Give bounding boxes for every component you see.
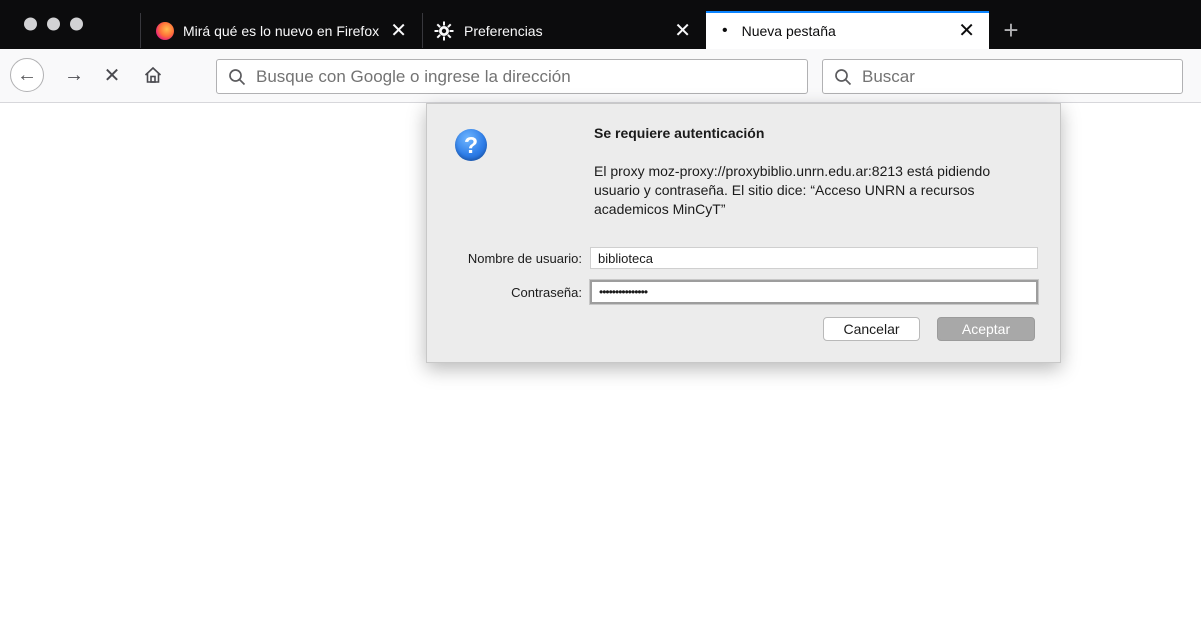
new-tab-button[interactable]: + — [997, 16, 1025, 44]
close-icon[interactable]: ✕ — [958, 21, 975, 41]
tab-label: Mirá qué es lo nuevo en Firefox — [183, 22, 380, 39]
window-zoom-dot[interactable] — [70, 17, 83, 31]
gear-icon — [434, 21, 454, 41]
question-icon: ? — [455, 129, 487, 161]
password-field[interactable]: ••••••••••••••• — [590, 280, 1038, 304]
forward-button[interactable]: → — [60, 61, 88, 89]
window-minimize-dot[interactable] — [47, 17, 60, 31]
tab-label: Preferencias — [464, 22, 543, 39]
window-close-dot[interactable] — [24, 17, 37, 31]
url-placeholder: Busque con Google o ingrese la dirección — [256, 66, 571, 86]
stop-button[interactable]: ✕ — [98, 61, 126, 89]
url-bar[interactable]: Busque con Google o ingrese la dirección — [216, 59, 808, 94]
dot-icon: • — [722, 22, 728, 39]
close-icon: ✕ — [103, 64, 121, 87]
home-button[interactable] — [139, 61, 167, 89]
search-icon — [834, 68, 852, 86]
back-button[interactable]: ← — [10, 58, 44, 92]
tab-strip: Mirá qué es lo nuevo en Firefox ✕ Prefer… — [0, 0, 1201, 49]
close-icon[interactable]: ✕ — [390, 21, 407, 41]
username-value: biblioteca — [598, 250, 653, 266]
tab-label: Nueva pestaña — [741, 23, 836, 39]
plus-icon: + — [1003, 15, 1019, 45]
ok-button[interactable]: Aceptar — [937, 317, 1035, 341]
forward-arrow-icon: → — [64, 63, 84, 86]
search-bar[interactable]: Buscar — [822, 59, 1183, 94]
search-placeholder: Buscar — [862, 66, 915, 86]
username-label: Nombre de usuario: — [467, 251, 582, 266]
password-label: Contraseña: — [511, 285, 582, 300]
close-icon[interactable]: ✕ — [674, 21, 691, 41]
dialog-message: El proxy moz-proxy://proxybiblio.unrn.ed… — [594, 163, 991, 217]
firefox-icon — [156, 21, 174, 40]
username-field[interactable]: biblioteca — [590, 247, 1038, 269]
cancel-button[interactable]: Cancelar — [823, 317, 920, 341]
tab-new-tab[interactable]: • Nueva pestaña ✕ — [706, 11, 989, 49]
tab-whats-new[interactable]: Mirá qué es lo nuevo en Firefox ✕ — [140, 13, 421, 48]
search-icon — [228, 68, 246, 86]
nav-toolbar: ← → ✕ Busque con Google o ingrese la dir… — [0, 49, 1201, 103]
back-arrow-icon: ← — [17, 63, 37, 86]
auth-dialog: ? Se requiere autenticación El proxy moz… — [426, 103, 1061, 363]
home-icon — [143, 65, 163, 85]
dialog-title: Se requiere autenticación — [594, 125, 765, 141]
tab-preferences[interactable]: Preferencias ✕ — [422, 13, 705, 48]
password-value: ••••••••••••••• — [599, 285, 648, 299]
